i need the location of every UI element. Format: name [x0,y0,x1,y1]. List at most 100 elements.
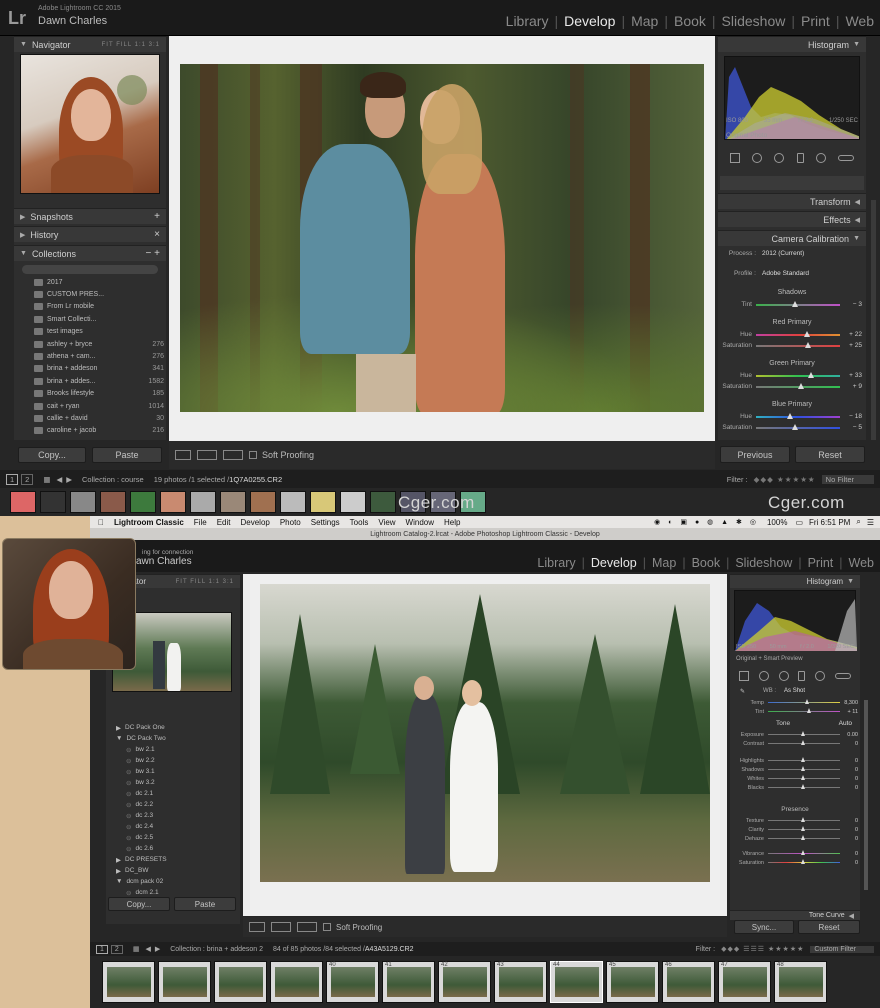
module-library[interactable]: Library [500,13,555,29]
module-print[interactable]: Print [802,556,840,570]
menu-file[interactable]: File [194,518,207,527]
list-item[interactable]: ashley + bryce 276 [20,338,164,350]
transform-header[interactable]: Transform ◀ [718,193,866,209]
status-icons[interactable]: ◉ ◐ ▣ ● ◍ ▲ ✱ ◎ [654,518,759,526]
preset-item[interactable]: ⊖ bw 3.2 [110,777,236,788]
loupe-view-icon[interactable] [249,922,265,932]
filmstrip-thumb[interactable]: 47 [718,961,771,1003]
filmstrip-thumb[interactable] [250,491,276,513]
back-arrow-icon[interactable]: ◀ [56,475,62,484]
filmstrip-thumb[interactable]: 45 [606,961,659,1003]
preset-item[interactable]: ⊖ dc 2.5 [110,832,236,843]
menu-tools[interactable]: Tools [350,518,369,527]
eyedropper-icon[interactable]: ✎ [740,688,745,695]
menu-list-icon[interactable]: ☰ [867,518,874,527]
red-hue-slider[interactable]: Hue + 22 [718,329,862,340]
forward-arrow-icon[interactable]: ▶ [155,945,160,953]
temp-slider[interactable]: Temp 8,300 [730,698,858,707]
forward-arrow-icon[interactable]: ▶ [66,475,72,484]
graduated-filter-icon[interactable] [798,671,806,681]
rating-filter-stars[interactable]: ◆◆◆ ☰☰☰ ★★★★★ [721,945,804,953]
right-panel-scrollbar[interactable] [871,200,876,440]
slider-track[interactable] [768,817,840,822]
copy-settings-button[interactable]: Copy... [18,447,86,463]
whites-slider[interactable]: Whites 0 [730,774,858,783]
module-map[interactable]: Map [625,13,664,29]
navigator-zoom-options[interactable]: FIT FILL 1:1 3:1 [102,42,160,48]
preset-folder[interactable]: ▼ dcm pack 02 [110,876,236,887]
paste-settings-button[interactable]: Paste [174,897,236,911]
slider-knob[interactable] [801,775,805,780]
slider-track[interactable] [768,699,840,704]
slider-knob[interactable] [801,757,805,762]
green-saturation-slider[interactable]: Saturation + 9 [718,381,862,392]
snapshots-header[interactable]: ▶ Snapshots + [14,208,166,224]
preset-item[interactable]: ⊖ bw 2.1 [110,744,236,755]
collections-header[interactable]: ▼ Collections − + [14,245,166,261]
reset-button[interactable]: Reset [798,920,860,934]
exposure-slider[interactable]: Exposure 0.00 [730,730,858,739]
battery-icon[interactable]: ▭ [795,518,803,527]
vibrance-slider[interactable]: Vibrance 0 [730,849,858,858]
process-row[interactable]: Process : 2012 (Current) [722,250,862,257]
filter-select[interactable]: No Filter [821,474,874,484]
slider-track[interactable] [756,382,840,389]
loupe-view-icon[interactable] [175,450,191,460]
clarity-slider[interactable]: Clarity 0 [730,825,858,834]
slider-track[interactable] [756,330,840,337]
spot-removal-icon[interactable] [752,153,763,163]
paste-settings-button[interactable]: Paste [92,447,162,463]
current-filename[interactable]: A43A5129.CR2 [365,946,414,953]
slider-knob[interactable] [787,412,794,419]
list-item[interactable]: cait + ryan 1014 [20,400,164,412]
clear-history-icon[interactable]: × [154,229,160,240]
list-item[interactable]: Brooks lifestyle 185 [20,388,164,400]
red-eye-icon[interactable] [774,153,785,163]
menu-help[interactable]: Help [444,518,460,527]
add-snapshot-icon[interactable]: + [154,211,160,222]
filmstrip-thumb[interactable] [340,491,366,513]
filmstrip-thumb[interactable]: 41 [382,961,435,1003]
slider-track[interactable] [768,766,840,771]
history-header[interactable]: ▶ History × [14,226,166,242]
collection-source[interactable]: Collection : brina + addeson 2 [170,946,263,953]
profile-row[interactable]: Profile : Adobe Standard [722,270,862,277]
module-web[interactable]: Web [843,556,880,570]
filmstrip-thumb[interactable] [220,491,246,513]
blue-saturation-slider[interactable]: Saturation − 5 [718,422,862,433]
shadows-tint-slider[interactable]: Tint − 3 [718,299,862,310]
window-2-button[interactable]: 2 [21,473,34,485]
list-item[interactable]: brina + addes... 1582 [20,375,164,387]
current-filename[interactable]: 1Q7A0255.CR2 [229,475,282,484]
slider-knob[interactable] [801,859,805,864]
menu-develop[interactable]: Develop [240,518,269,527]
menu-photo[interactable]: Photo [280,518,301,527]
filter-select[interactable]: Custom Filter [810,945,874,953]
module-book[interactable]: Book [668,13,712,29]
slider-track[interactable] [768,775,840,780]
list-item[interactable]: caroline + jacob 216 [20,425,164,437]
preset-item[interactable]: ⊖ dc 2.1 [110,788,236,799]
wb-select[interactable]: As Shot [784,688,805,695]
filmstrip-thumb[interactable] [310,491,336,513]
histogram-header[interactable]: Histogram ▼ [718,36,866,52]
slider-track[interactable] [756,423,840,430]
filmstrip-thumb[interactable]: 48 [774,961,827,1003]
navigator-preview[interactable] [20,54,160,194]
slider-knob[interactable] [801,766,805,771]
slider-track[interactable] [768,784,840,789]
radial-filter-icon[interactable] [815,671,826,681]
grid-view-icon[interactable]: ▦ [43,475,50,484]
spot-removal-icon[interactable] [758,671,769,681]
slider-knob[interactable] [792,300,799,307]
list-item[interactable]: CUSTOM PRES... [20,288,164,300]
before-after-icon[interactable] [271,922,291,932]
preset-item[interactable]: ⊖ dc 2.3 [110,810,236,821]
module-print[interactable]: Print [795,13,836,29]
module-web[interactable]: Web [839,13,880,29]
histogram-graph[interactable] [734,590,857,651]
list-item[interactable]: Smart Collecti... [20,313,164,325]
auto-tone-button[interactable]: Auto [839,720,852,727]
slider-track[interactable] [756,341,840,348]
module-library[interactable]: Library [531,556,581,570]
